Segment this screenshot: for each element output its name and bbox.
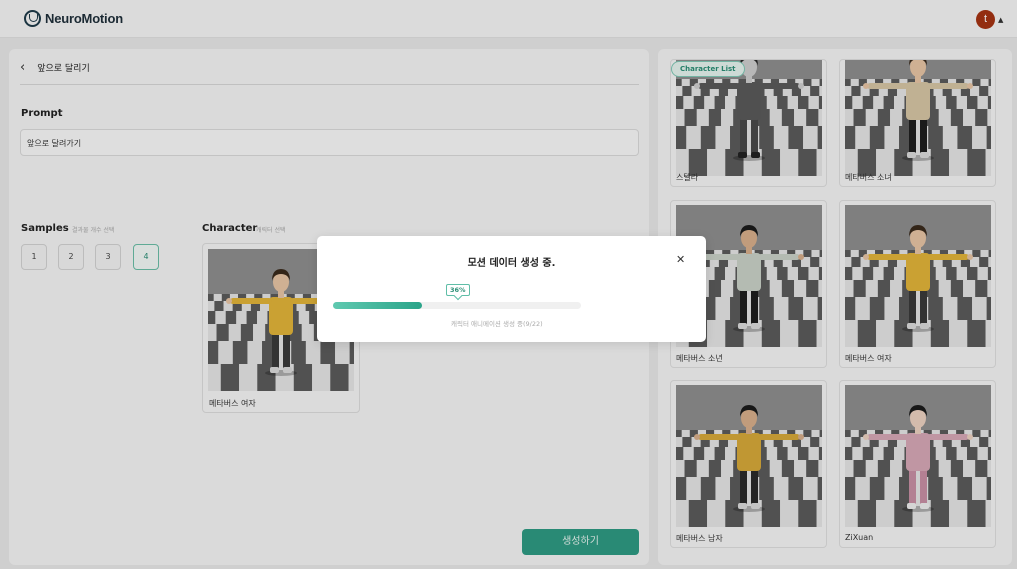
progress-fill — [333, 302, 422, 309]
chevron-left-icon[interactable]: ‹ — [20, 60, 25, 75]
character-hint: 캐릭터 선택 — [256, 227, 286, 234]
app-logo[interactable]: NeuroMotion — [24, 10, 123, 27]
character-card-zixuan[interactable]: ZiXuan — [839, 380, 996, 548]
character-name: 메타버스 소년 — [676, 354, 723, 363]
progress-modal: 모션 데이터 생성 중. ✕ 36% 캐릭터 애니메이션 생성 중(9/22) — [317, 236, 706, 342]
sample-count-4[interactable]: 4 — [133, 244, 159, 270]
character-name: 메타버스 소녀 — [845, 173, 892, 182]
modal-title: 모션 데이터 생성 중. — [467, 258, 556, 269]
logo-icon — [24, 10, 41, 27]
user-menu[interactable]: t ▲ — [976, 10, 1003, 29]
character-card-metaverse-girl[interactable]: 메타버스 소녀 — [839, 59, 996, 187]
prompt-input[interactable]: 앞으로 달려가기 — [20, 129, 639, 156]
character-name: 메타버스 남자 — [676, 534, 723, 543]
character-card-metaverse-woman[interactable]: 메타버스 여자 — [839, 200, 996, 368]
character-card-stella[interactable]: 스텔라 — [670, 59, 827, 187]
progress-status: 캐릭터 애니메이션 생성 중(9/22) — [451, 320, 543, 328]
character-list-tag: Character List — [671, 61, 745, 77]
motion-title: 앞으로 달리기 — [37, 64, 90, 74]
close-icon[interactable]: ✕ — [676, 253, 685, 266]
top-bar: NeuroMotion t ▲ — [0, 0, 1017, 38]
prompt-label: Prompt — [21, 108, 63, 119]
sample-count-2[interactable]: 2 — [58, 244, 84, 270]
progress-percent: 36% — [446, 284, 470, 296]
character-name: 메타버스 여자 — [209, 399, 256, 408]
samples-label: Samples — [21, 223, 69, 234]
character-render-image — [845, 60, 991, 176]
sample-count-3[interactable]: 3 — [95, 244, 121, 270]
generate-button[interactable]: 생성하기 — [522, 529, 639, 555]
character-render-image — [845, 385, 991, 527]
character-label: Character — [202, 223, 258, 234]
back-navigation[interactable]: ‹ 앞으로 달리기 — [20, 60, 90, 75]
character-name: 스텔라 — [676, 173, 699, 182]
app-name: NeuroMotion — [45, 11, 123, 26]
character-list-panel: 스텔라 메타버스 소녀 메타버스 소년 메타버스 여자 메타버스 남자 ZiXu… — [658, 49, 1012, 565]
samples-hint: 결과물 개수 선택 — [72, 227, 115, 234]
character-render-image — [676, 385, 822, 527]
character-thumbnail — [845, 205, 991, 347]
avatar[interactable]: t — [976, 10, 995, 29]
character-thumbnail — [845, 385, 991, 527]
character-card-metaverse-man[interactable]: 메타버스 남자 — [670, 380, 827, 548]
divider — [20, 84, 639, 85]
character-thumbnail — [676, 385, 822, 527]
character-name: ZiXuan — [845, 533, 874, 542]
caret-down-icon[interactable]: ▲ — [998, 16, 1003, 24]
sample-count-1[interactable]: 1 — [21, 244, 47, 270]
character-render-image — [845, 205, 991, 347]
character-thumbnail — [845, 60, 991, 176]
character-name: 메타버스 여자 — [845, 354, 892, 363]
